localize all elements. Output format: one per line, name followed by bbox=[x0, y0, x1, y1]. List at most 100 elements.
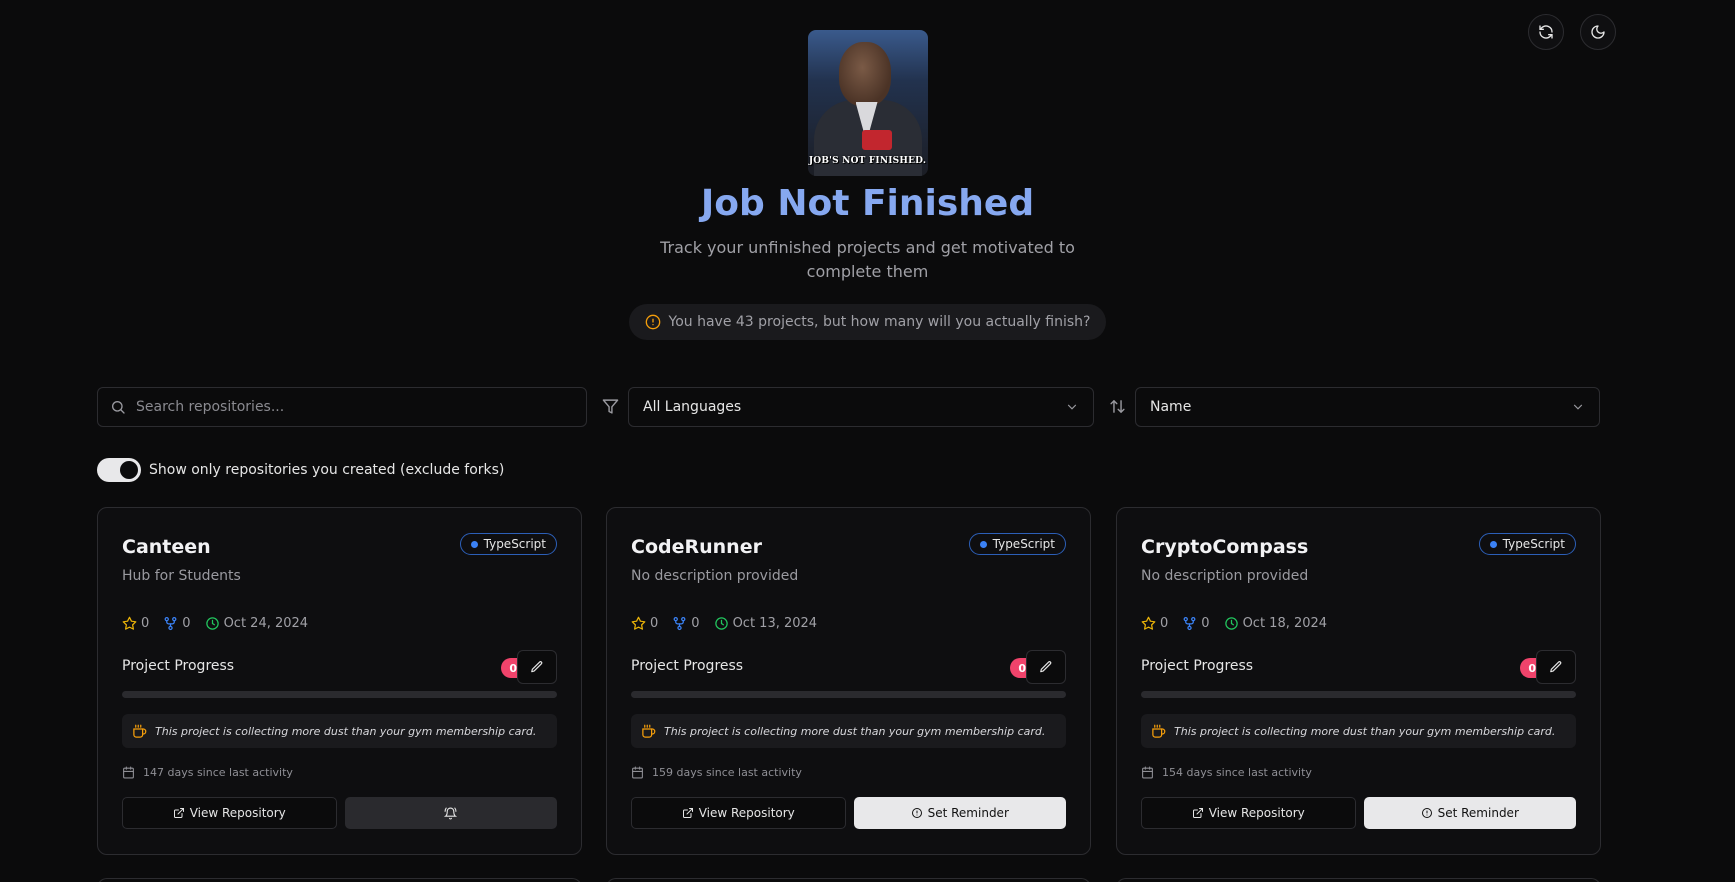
fork-count: 0 bbox=[182, 616, 191, 631]
language-dot bbox=[979, 540, 987, 548]
view-repository-button[interactable]: View Repository bbox=[1141, 797, 1356, 829]
set-reminder-button[interactable]: Set Reminder bbox=[853, 797, 1066, 829]
card-actions: View Repository Set Reminder bbox=[1141, 797, 1576, 829]
sort-select[interactable]: Name bbox=[1135, 387, 1600, 427]
days-since-activity: 147 days since last activity bbox=[143, 766, 293, 779]
updated-date: Oct 24, 2024 bbox=[223, 616, 309, 631]
language-badge: TypeScript bbox=[459, 533, 557, 555]
search-icon bbox=[112, 401, 125, 414]
language-label: TypeScript bbox=[483, 537, 546, 551]
inactivity-info: 147 days since last activity bbox=[122, 766, 293, 779]
exclude-forks-label: Show only repositories you created (excl… bbox=[149, 462, 505, 478]
bell-ring-icon bbox=[444, 807, 458, 819]
pencil-icon bbox=[1040, 661, 1052, 673]
repo-description: No description provided bbox=[1141, 568, 1309, 584]
days-since-activity: 159 days since last activity bbox=[652, 766, 802, 779]
sort-icon bbox=[1110, 400, 1125, 413]
repo-name: Canteen bbox=[122, 536, 211, 558]
edit-progress-button[interactable] bbox=[1026, 650, 1066, 684]
pencil-icon bbox=[1550, 661, 1562, 673]
pencil-icon bbox=[531, 661, 543, 673]
hero: JOB'S NOT FINISHED. Job Not Finished Tra… bbox=[0, 30, 1735, 340]
star-count: 0 bbox=[1160, 616, 1169, 631]
page-title: Job Not Finished bbox=[700, 183, 1035, 224]
star-icon bbox=[122, 616, 137, 630]
fork-count: 0 bbox=[691, 616, 700, 631]
exclude-forks-toggle[interactable] bbox=[97, 458, 141, 482]
external-link-icon bbox=[1192, 808, 1203, 818]
alert-circle-icon bbox=[645, 314, 660, 330]
quote-text: This project is collecting more dust tha… bbox=[1174, 724, 1556, 738]
repo-card: CryptoCompass TypeScript No description … bbox=[1116, 507, 1601, 855]
alert-circle-icon bbox=[1421, 808, 1432, 818]
fork-icon bbox=[1183, 616, 1196, 631]
progress-label: Project Progress bbox=[122, 658, 235, 674]
external-link-icon bbox=[682, 808, 693, 818]
quote-text: This project is collecting more dust tha… bbox=[155, 724, 537, 738]
motivation-quote: This project is collecting more dust tha… bbox=[631, 714, 1066, 748]
avatar-caption: JOB'S NOT FINISHED. bbox=[808, 156, 927, 166]
repo-description: No description provided bbox=[631, 568, 799, 584]
progress-bar bbox=[631, 691, 1066, 698]
updated-date: Oct 18, 2024 bbox=[1242, 616, 1328, 631]
alert-circle-icon bbox=[911, 808, 922, 818]
progress-bar bbox=[1141, 691, 1576, 698]
repo-name: CodeRunner bbox=[631, 536, 762, 558]
filter-controls: All Languages Name bbox=[97, 387, 1600, 427]
inactivity-info: 154 days since last activity bbox=[1141, 766, 1312, 779]
banner-text: You have 43 projects, but how many will … bbox=[668, 314, 1091, 330]
language-badge: TypeScript bbox=[968, 533, 1066, 555]
edit-progress-button[interactable] bbox=[517, 650, 557, 684]
motivation-quote: This project is collecting more dust tha… bbox=[1141, 714, 1576, 748]
progress-label: Project Progress bbox=[631, 658, 744, 674]
chevron-down-icon bbox=[1573, 404, 1583, 410]
clock-icon bbox=[205, 617, 219, 630]
set-reminder-button[interactable]: Set Reminder bbox=[1363, 797, 1576, 829]
repo-meta: 0 0 Oct 24, 2024 bbox=[122, 616, 322, 631]
coffee-icon bbox=[1152, 724, 1166, 738]
language-dot bbox=[1489, 540, 1497, 548]
inactivity-info: 159 days since last activity bbox=[631, 766, 802, 779]
language-select[interactable]: All Languages bbox=[628, 387, 1094, 427]
fork-icon bbox=[673, 616, 686, 631]
calendar-icon bbox=[123, 766, 134, 779]
star-count: 0 bbox=[141, 616, 150, 631]
progress-label: Project Progress bbox=[1141, 658, 1254, 674]
edit-progress-button[interactable] bbox=[1536, 650, 1576, 684]
quote-text: This project is collecting more dust tha… bbox=[664, 724, 1046, 738]
page-subtitle: Track your unfinished projects and get m… bbox=[660, 238, 1075, 281]
view-repository-label: View Repository bbox=[1208, 806, 1305, 820]
set-reminder-button[interactable] bbox=[344, 797, 557, 829]
repo-description: Hub for Students bbox=[122, 568, 241, 584]
chevron-down-icon bbox=[1067, 404, 1077, 410]
days-since-activity: 154 days since last activity bbox=[1162, 766, 1312, 779]
language-badge: TypeScript bbox=[1478, 533, 1576, 555]
repo-card: Canteen TypeScript Hub for Students 0 0 … bbox=[97, 507, 582, 855]
forks-filter-row: Show only repositories you created (excl… bbox=[97, 458, 504, 482]
view-repository-button[interactable]: View Repository bbox=[122, 797, 337, 829]
repo-meta: 0 0 Oct 18, 2024 bbox=[1141, 616, 1341, 631]
star-icon bbox=[1141, 616, 1156, 630]
sort-select-value: Name bbox=[1150, 399, 1192, 415]
card-actions: View Repository bbox=[122, 797, 557, 829]
view-repository-button[interactable]: View Repository bbox=[631, 797, 846, 829]
filter-icon bbox=[602, 399, 619, 414]
external-link-icon bbox=[173, 808, 184, 818]
search-input[interactable] bbox=[136, 399, 556, 415]
coffee-icon bbox=[133, 724, 147, 738]
next-row-card bbox=[606, 878, 1091, 882]
clock-icon bbox=[1224, 617, 1238, 630]
language-label: TypeScript bbox=[992, 537, 1055, 551]
calendar-icon bbox=[1142, 766, 1153, 779]
view-repository-label: View Repository bbox=[698, 806, 795, 820]
project-count-banner: You have 43 projects, but how many will … bbox=[628, 304, 1107, 340]
set-reminder-label: Set Reminder bbox=[1437, 806, 1519, 820]
language-dot bbox=[470, 540, 478, 548]
updated-date: Oct 13, 2024 bbox=[732, 616, 818, 631]
language-label: TypeScript bbox=[1502, 537, 1565, 551]
next-row-card bbox=[97, 878, 582, 882]
avatar-image: JOB'S NOT FINISHED. bbox=[807, 30, 928, 176]
motivation-quote: This project is collecting more dust tha… bbox=[122, 714, 557, 748]
repo-card: CodeRunner TypeScript No description pro… bbox=[606, 507, 1091, 855]
fork-count: 0 bbox=[1201, 616, 1210, 631]
